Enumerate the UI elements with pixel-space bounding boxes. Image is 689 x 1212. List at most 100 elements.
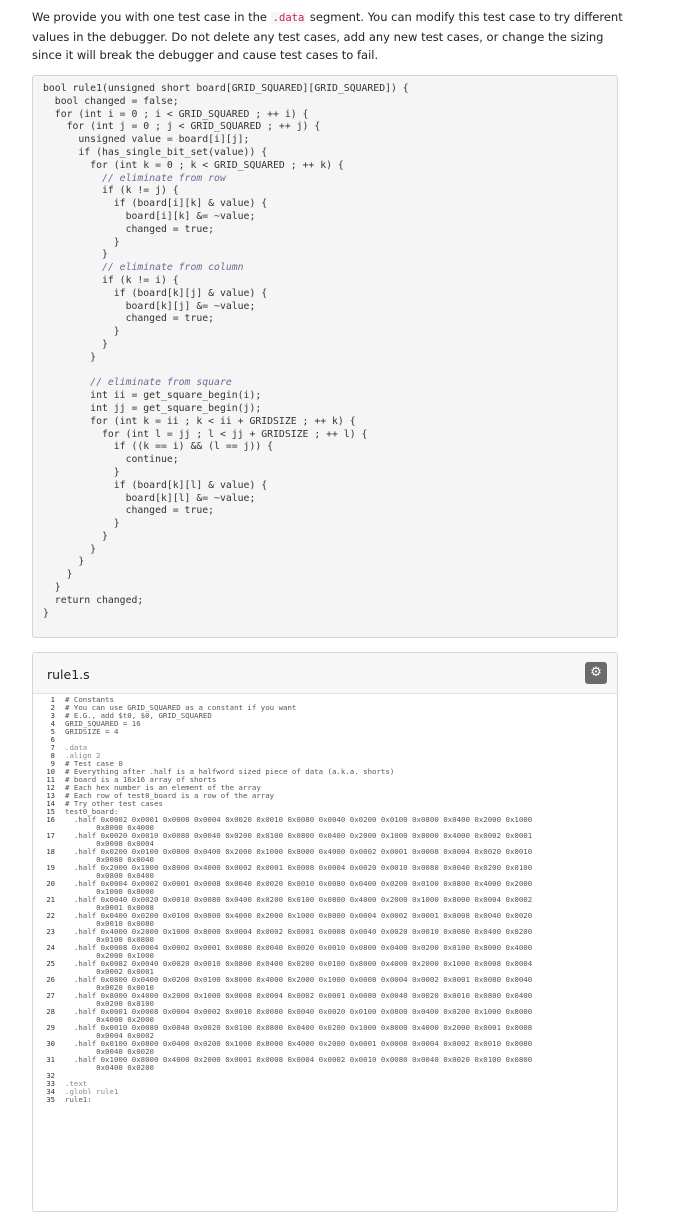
line-text: .half 0x8000 0x4000 0x2000 0x1000 0x0008… xyxy=(73,991,533,1008)
editor-line[interactable]: 29 .half 0x0010 0x0080 0x0040 0x0020 0x0… xyxy=(33,1024,617,1040)
editor-line[interactable]: 20 .half 0x0004 0x0002 0x0001 0x0008 0x0… xyxy=(33,880,617,896)
line-number: 4 xyxy=(50,719,55,728)
code-editor[interactable]: 1 # Constants 2 # You can use GRID_SQUARED … xyxy=(33,696,617,1211)
c-code-line: } xyxy=(43,236,120,248)
line-number: 35 xyxy=(46,1095,55,1104)
c-code-line: for (int k = 0 ; k < GRID_SQUARED ; ++ k… xyxy=(43,159,344,171)
data-segment-code: .data xyxy=(270,12,307,24)
line-text: .half 0x0020 0x0010 0x0080 0x0040 0x0200… xyxy=(73,831,533,848)
c-code-line: for (int i = 0 ; i < GRID_SQUARED ; ++ i… xyxy=(43,108,309,120)
editor-line[interactable]: 5 GRIDSIZE = 4 xyxy=(33,728,617,736)
line-number: 18 xyxy=(46,847,55,856)
editor-line[interactable]: 18 .half 0x0200 0x0100 0x0800 0x0400 0x2… xyxy=(33,848,617,864)
editor-line[interactable]: 33 .text xyxy=(33,1080,617,1088)
c-code-line: for (int k = ii ; k < ii + GRIDSIZE ; ++… xyxy=(43,415,356,427)
line-number: 7 xyxy=(50,743,55,752)
c-code-line: bool rule1(unsigned short board[GRID_SQU… xyxy=(43,83,409,94)
c-code: bool rule1(unsigned short board[GRID_SQU… xyxy=(33,76,617,620)
editor-line[interactable]: 34 .globl rule1 xyxy=(33,1088,617,1096)
line-text xyxy=(65,1072,580,1080)
c-code-line: changed = true; xyxy=(43,505,215,517)
line-number: 21 xyxy=(46,895,55,904)
line-text: .text xyxy=(65,1079,88,1088)
line-number: 8 xyxy=(50,751,55,760)
c-code-line: } xyxy=(43,326,120,338)
c-code-line: for (int j = 0 ; j < GRID_SQUARED ; ++ j… xyxy=(43,121,321,133)
line-number: 5 xyxy=(50,727,55,736)
editor-line[interactable]: 30 .half 0x0100 0x0800 0x0400 0x0200 0x1… xyxy=(33,1040,617,1056)
c-code-line: if (board[k][l] & value) { xyxy=(43,479,268,491)
line-text: .half 0x4000 0x2000 0x1000 0x8000 0x0004… xyxy=(73,927,533,944)
c-code-line: for (int l = jj ; l < jj + GRIDSIZE ; ++… xyxy=(43,428,368,440)
editor-line[interactable]: 24 .half 0x0008 0x0004 0x0002 0x0001 0x0… xyxy=(33,944,617,960)
editor-line[interactable]: 31 .half 0x1000 0x8000 0x4000 0x2000 0x0… xyxy=(33,1056,617,1072)
c-code-line: changed = true; xyxy=(43,313,215,325)
line-number: 17 xyxy=(46,831,55,840)
file-name-title: rule1.s xyxy=(47,667,90,682)
line-text: rule1: xyxy=(65,1095,92,1104)
editor-line[interactable]: 32 xyxy=(33,1072,617,1080)
editor-line[interactable]: 26 .half 0x0800 0x0400 0x0200 0x0100 0x8… xyxy=(33,976,617,992)
instructions-text: We provide you with one test case in the… xyxy=(32,8,632,65)
line-number: 29 xyxy=(46,1023,55,1032)
c-code-line: } xyxy=(43,556,85,568)
intro-before: We provide you with one test case in the xyxy=(32,10,271,24)
line-number: 28 xyxy=(46,1007,55,1016)
line-text: GRIDSIZE = 4 xyxy=(65,727,119,736)
c-code-line: if (board[k][j] & value) { xyxy=(43,287,268,299)
c-code-line: board[i][k] &= ~value; xyxy=(43,210,256,222)
line-number: 25 xyxy=(46,959,55,968)
c-code-line: // eliminate from column xyxy=(43,262,244,274)
c-code-line: if (k != j) { xyxy=(43,185,179,197)
c-code-line: if (has_single_bit_set(value)) { xyxy=(43,146,268,158)
editor-line[interactable]: 25 .half 0x0082 0x0040 0x0020 0x0010 0x0… xyxy=(33,960,617,976)
line-text: .half 0x0040 0x0020 0x0010 0x0080 0x0400… xyxy=(73,895,533,912)
c-code-line: } xyxy=(43,466,120,478)
c-code-line: } xyxy=(43,607,49,619)
line-number: 26 xyxy=(46,975,55,984)
editor-line[interactable]: 14 # Try other test cases xyxy=(33,800,617,808)
c-code-line: unsigned value = board[i][j]; xyxy=(43,134,250,146)
editor-line[interactable]: 4 GRID_SQUARED = 16 xyxy=(33,720,617,728)
line-number: 2 xyxy=(50,703,55,712)
line-text: .half 0x0008 0x0004 0x0002 0x0001 0x0080… xyxy=(73,943,533,960)
c-code-line: } xyxy=(43,569,73,581)
editor-line[interactable]: 22 .half 0x0400 0x0200 0x0100 0x0800 0x4… xyxy=(33,912,617,928)
c-code-line: } xyxy=(43,518,120,530)
line-text: .half 0x0002 0x0001 0x0008 0x0004 0x0020… xyxy=(73,815,533,832)
editor-line[interactable]: 28 .half 0x0001 0x0008 0x0004 0x0002 0x0… xyxy=(33,1008,617,1024)
line-text: .half 0x0001 0x0008 0x0004 0x0002 0x0010… xyxy=(73,1007,533,1024)
line-text: .half 0x0100 0x0800 0x0400 0x0200 0x1000… xyxy=(73,1039,533,1056)
line-text: .align 2 xyxy=(65,751,101,760)
c-code-line: board[k][j] &= ~value; xyxy=(43,300,256,312)
line-text: .data xyxy=(65,743,88,752)
editor-line[interactable]: 17 .half 0x0020 0x0010 0x0080 0x0040 0x0… xyxy=(33,832,617,848)
line-number: 19 xyxy=(46,863,55,872)
c-code-line: return changed; xyxy=(43,594,144,606)
editor-line[interactable]: 6 xyxy=(33,736,617,744)
editor-line[interactable]: 7 .data xyxy=(33,744,617,752)
editor-panel-header: rule1.s ⚙ xyxy=(33,653,617,694)
line-number: 23 xyxy=(46,927,55,936)
editor-line[interactable]: 19 .half 0x2000 0x1000 0x8000 0x4000 0x0… xyxy=(33,864,617,880)
c-code-line: if (k != i) { xyxy=(43,274,179,286)
c-code-line: } xyxy=(43,582,61,594)
editor-line[interactable]: 21 .half 0x0040 0x0020 0x0010 0x0080 0x0… xyxy=(33,896,617,912)
editor-line[interactable]: 35 rule1: xyxy=(33,1096,617,1104)
editor-line[interactable]: 27 .half 0x8000 0x4000 0x2000 0x1000 0x0… xyxy=(33,992,617,1008)
line-text: .half 0x1000 0x8000 0x4000 0x2000 0x0001… xyxy=(73,1055,533,1072)
c-code-line: int ii = get_square_begin(i); xyxy=(43,390,262,402)
line-text: GRID_SQUARED = 16 xyxy=(65,719,141,728)
line-text: .half 0x0200 0x0100 0x0800 0x0400 0x2000… xyxy=(73,847,533,864)
editor-line[interactable]: 16 .half 0x0002 0x0001 0x0008 0x0004 0x0… xyxy=(33,816,617,832)
line-number: 3 xyxy=(50,711,55,720)
line-number: 22 xyxy=(46,911,55,920)
line-number: 1 xyxy=(50,696,55,704)
c-code-line: // eliminate from square xyxy=(43,377,232,389)
c-code-line: } xyxy=(43,351,97,363)
c-reference-code-block: bool rule1(unsigned short board[GRID_SQU… xyxy=(32,75,618,638)
c-code-line: bool changed = false; xyxy=(43,95,179,107)
editor-line[interactable]: 23 .half 0x4000 0x2000 0x1000 0x8000 0x0… xyxy=(33,928,617,944)
settings-button[interactable]: ⚙ xyxy=(585,662,607,684)
c-code-line: changed = true; xyxy=(43,223,215,235)
